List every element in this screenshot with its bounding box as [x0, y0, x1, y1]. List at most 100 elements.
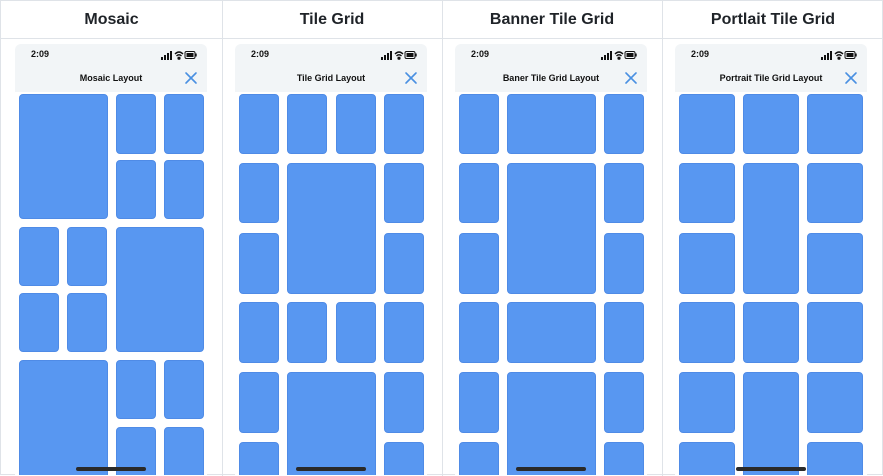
close-icon[interactable]	[844, 71, 858, 85]
layout-tile	[384, 372, 424, 433]
navigation-bar: Tile Grid Layout	[235, 66, 427, 92]
layout-tile	[239, 442, 279, 475]
layout-tile	[604, 302, 644, 363]
layout-tile	[239, 233, 279, 294]
layout-tile	[19, 227, 59, 286]
layout-tile	[679, 163, 735, 223]
battery-icon	[404, 51, 417, 59]
layout-tile	[287, 302, 327, 363]
nav-title: Portrait Tile Grid Layout	[719, 73, 823, 83]
column-title-portrait-tile-grid: Portlait Tile Grid	[710, 11, 836, 28]
battery-icon	[184, 51, 197, 59]
column-title-banner-tile-grid: Banner Tile Grid	[489, 11, 615, 28]
status-time: 2:09	[251, 49, 270, 59]
layout-tile	[743, 372, 799, 475]
layout-tile	[116, 227, 204, 352]
layout-tile	[604, 163, 644, 223]
close-icon[interactable]	[404, 71, 418, 85]
wifi-icon	[394, 51, 404, 60]
status-time: 2:09	[691, 49, 710, 59]
navigation-bar: Portrait Tile Grid Layout	[675, 66, 867, 92]
layout-tile	[743, 163, 799, 294]
layout-tile	[336, 94, 376, 154]
layout-tile	[507, 372, 596, 475]
status-time: 2:09	[31, 49, 50, 59]
status-time: 2:09	[471, 49, 490, 59]
home-indicator[interactable]	[296, 467, 366, 471]
layout-tile	[459, 302, 499, 363]
layout-tile	[116, 160, 156, 219]
status-icons	[161, 51, 197, 60]
layout-tile	[164, 360, 204, 419]
layout-tile	[807, 163, 863, 223]
wifi-icon	[834, 51, 844, 60]
cellular-signal-icon	[821, 51, 832, 60]
phone-screen-tile-grid: 2:09 Tile Grid Layout	[235, 44, 427, 475]
status-icons	[601, 51, 637, 60]
layout-tile	[164, 160, 204, 219]
layout-tile	[67, 227, 107, 286]
layout-tile	[239, 372, 279, 433]
layout-tile	[507, 302, 596, 363]
battery-icon	[624, 51, 637, 59]
home-indicator[interactable]	[516, 467, 586, 471]
layout-tile	[67, 293, 107, 352]
layout-tile	[459, 233, 499, 294]
status-bar: 2:09	[235, 44, 427, 66]
cellular-signal-icon	[381, 51, 392, 60]
nav-title: Mosaic Layout	[79, 73, 143, 83]
phone-screen-mosaic: 2:09 Mosaic Layout	[15, 44, 207, 475]
close-icon[interactable]	[184, 71, 198, 85]
layout-tile	[679, 442, 735, 475]
layout-tile	[743, 302, 799, 363]
layout-tile	[384, 163, 424, 223]
home-indicator[interactable]	[76, 467, 146, 471]
layout-tile	[807, 233, 863, 294]
close-icon[interactable]	[624, 71, 638, 85]
cellular-signal-icon	[161, 51, 172, 60]
layout-tile	[807, 94, 863, 154]
wifi-icon	[614, 51, 624, 60]
layout-tile	[807, 372, 863, 433]
layout-tile	[19, 360, 108, 475]
layout-tile	[239, 302, 279, 363]
navigation-bar: Mosaic Layout	[15, 66, 207, 92]
cellular-signal-icon	[601, 51, 612, 60]
layout-tile	[164, 427, 204, 475]
phone-screen-portrait-tile-grid: 2:09 Portrait Tile Grid Layout	[675, 44, 867, 475]
layout-tile	[459, 94, 499, 154]
layout-tile	[807, 302, 863, 363]
layout-tile	[604, 233, 644, 294]
column-divider	[442, 1, 443, 476]
layout-tile	[459, 372, 499, 433]
status-icons	[381, 51, 417, 60]
layout-tile	[459, 163, 499, 223]
layout-tile	[287, 372, 376, 475]
status-bar: 2:09	[675, 44, 867, 66]
layout-tile	[19, 293, 59, 352]
layout-tile	[384, 442, 424, 475]
layout-tile	[116, 94, 156, 154]
layout-tile	[679, 302, 735, 363]
layout-tile	[507, 163, 596, 294]
layout-tile	[679, 94, 735, 154]
home-indicator[interactable]	[736, 467, 806, 471]
layout-tile	[604, 372, 644, 433]
layout-tile	[604, 442, 644, 475]
layout-tile	[679, 372, 735, 433]
status-bar: 2:09	[455, 44, 647, 66]
layout-tile	[239, 163, 279, 223]
layout-tile	[384, 302, 424, 363]
layout-tile	[287, 163, 376, 294]
layout-tile	[287, 94, 327, 154]
layout-tile	[807, 442, 863, 475]
layout-tile	[384, 94, 424, 154]
layout-tile	[164, 94, 204, 154]
layout-tile	[604, 94, 644, 154]
column-divider	[662, 1, 663, 476]
column-title-mosaic: Mosaic	[84, 11, 139, 28]
battery-icon	[844, 51, 857, 59]
status-icons	[821, 51, 857, 60]
layout-tile	[679, 233, 735, 294]
wifi-icon	[174, 51, 184, 60]
